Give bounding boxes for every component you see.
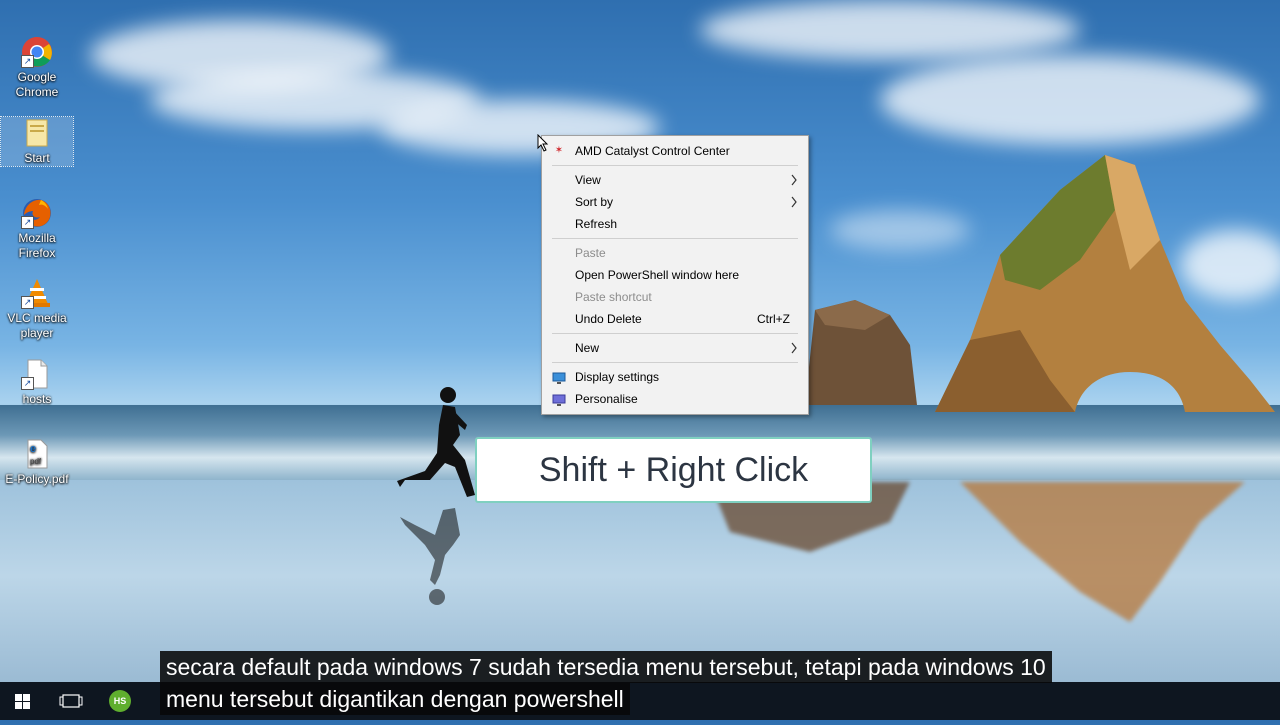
svg-text:e: e (30, 443, 36, 455)
menu-item-label: Sort by (575, 195, 614, 209)
cloud (700, 0, 1080, 60)
menu-item-paste-shortcut[interactable]: Paste shortcut (542, 286, 808, 308)
menu-item-amd-catalyst[interactable]: ✶ AMD Catalyst Control Center (542, 140, 808, 162)
icon-label: player (20, 326, 54, 340)
monitor-icon (552, 370, 566, 384)
menu-item-sort-by[interactable]: Sort by (542, 191, 808, 213)
icon-label: VLC media (7, 311, 67, 325)
shortcut-arrow-icon: ↗ (21, 216, 34, 229)
desktop-icon-start[interactable]: Start (0, 116, 74, 167)
menu-item-label: Open PowerShell window here (575, 268, 740, 282)
runner-silhouette (397, 387, 475, 605)
icon-label: Google (17, 70, 57, 84)
subtitle-line-1: secara default pada windows 7 sudah ters… (160, 651, 1052, 683)
subtitle-line-2: menu tersebut digantikan dengan powershe… (160, 683, 630, 715)
menu-item-label: New (575, 341, 600, 355)
icon-label: E-Policy.pdf (5, 472, 69, 486)
menu-separator (552, 165, 798, 166)
menu-item-personalise[interactable]: Personalise (542, 388, 808, 410)
shortcut-arrow-icon: ↗ (21, 296, 34, 309)
menu-item-label: Paste (575, 246, 606, 260)
icon-label: Start (24, 151, 50, 165)
windows-logo-icon (15, 694, 30, 709)
menu-item-label: Refresh (575, 217, 618, 231)
desktop-icon-google-chrome[interactable]: ↗ Google Chrome (1, 36, 73, 100)
menu-item-label: AMD Catalyst Control Center (575, 144, 730, 158)
menu-item-new[interactable]: New (542, 337, 808, 359)
menu-item-open-powershell[interactable]: Open PowerShell window here (542, 264, 808, 286)
menu-separator (552, 362, 798, 363)
cloud (880, 55, 1260, 145)
start-button[interactable] (0, 682, 46, 720)
svg-text:pdf: pdf (30, 457, 42, 466)
menu-item-refresh[interactable]: Refresh (542, 213, 808, 235)
hs-app-icon: HS (109, 690, 131, 712)
rock-reflection (960, 482, 1245, 622)
mouse-cursor-icon (537, 134, 549, 152)
menu-item-view[interactable]: View (542, 169, 808, 191)
menu-item-label: View (575, 173, 601, 187)
menu-item-undo-delete[interactable]: Undo Delete Ctrl+Z (542, 308, 808, 330)
task-view-button[interactable] (48, 682, 94, 720)
menu-item-label: Paste shortcut (575, 290, 652, 304)
desktop-icon-mozilla-firefox[interactable]: ↗ Mozilla Firefox (1, 197, 73, 261)
shortcut-caption-text: Shift + Right Click (538, 451, 809, 489)
menu-item-shortcut: Ctrl+Z (757, 312, 790, 326)
menu-separator (552, 238, 798, 239)
menu-item-label: Display settings (575, 370, 660, 384)
menu-item-display-settings[interactable]: Display settings (542, 366, 808, 388)
icon-label: Firefox (18, 246, 56, 260)
shortcut-arrow-icon: ↗ (21, 55, 34, 68)
rock-small (805, 300, 917, 405)
shortcut-caption-box: Shift + Right Click (475, 437, 872, 503)
icon-label: Chrome (15, 85, 59, 99)
rock-arch (935, 155, 1275, 412)
taskbar-app-hs[interactable]: HS (97, 682, 143, 720)
menu-item-paste[interactable]: Paste (542, 242, 808, 264)
icon-label: hosts (22, 392, 52, 406)
menu-item-label: Undo Delete (575, 312, 642, 326)
task-view-icon (59, 694, 83, 708)
amd-icon: ✶ (554, 145, 564, 156)
desktop-icon-e-policy-pdf[interactable]: e pdf E-Policy.pdf (1, 438, 73, 487)
menu-item-label: Personalise (575, 392, 638, 406)
desktop-context-menu: ✶ AMD Catalyst Control Center View Sort … (541, 135, 809, 415)
icon-label: Mozilla (18, 231, 56, 245)
desktop-icon-vlc[interactable]: ↗ VLC media player (1, 277, 73, 341)
folder-icon (26, 119, 48, 147)
desktop-icon-hosts[interactable]: ↗ hosts (1, 358, 73, 407)
menu-separator (552, 333, 798, 334)
pdf-file-icon: e pdf (27, 439, 48, 469)
shortcut-arrow-icon: ↗ (21, 377, 34, 390)
personalise-icon (552, 392, 566, 406)
